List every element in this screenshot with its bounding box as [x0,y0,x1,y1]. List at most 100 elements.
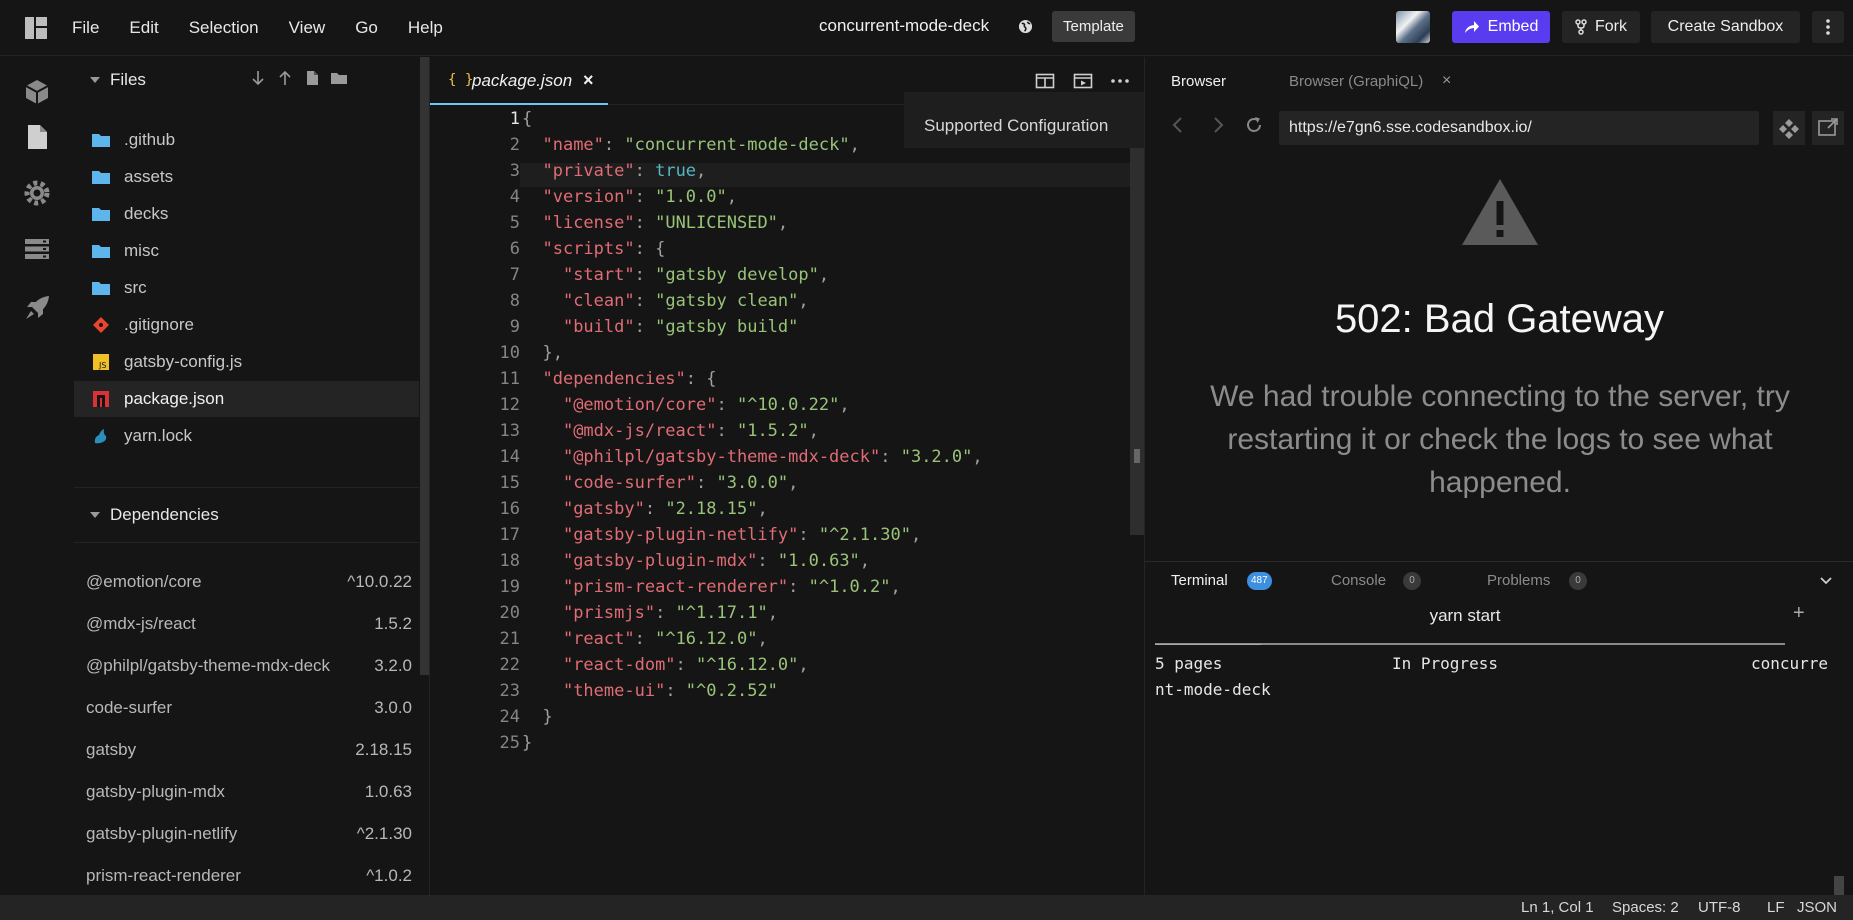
dependency-item[interactable]: gatsby 2.18.15 [74,729,419,771]
tab-problems[interactable]: Problems [1487,572,1550,589]
file-name: misc [124,241,159,260]
code-token: , [808,421,819,441]
file-item[interactable]: JS gatsby-config.js [74,344,419,380]
fork-button[interactable]: Fork [1562,11,1640,43]
indentation[interactable]: Spaces: 2 [1612,899,1679,916]
explorer-scrollbar[interactable] [420,57,429,675]
refresh-icon[interactable] [1243,114,1265,136]
template-button[interactable]: Template [1052,11,1135,42]
file-item[interactable]: yarn.lock [74,418,419,454]
devtools-button[interactable] [1773,111,1805,145]
terminal-session-title[interactable]: yarn start [1145,606,1785,626]
code-token: "^2.1.30" [818,525,911,545]
code-token: "react-dom" [562,655,676,675]
cursor-position[interactable]: Ln 1, Col 1 [1521,899,1594,916]
line-number: 5 [509,213,520,233]
chevron-down-icon[interactable] [1819,574,1833,588]
new-file-icon[interactable] [303,69,321,87]
dependency-item[interactable]: gatsby-plugin-mdx 1.0.63 [74,771,419,813]
file-name: gatsby-config.js [124,352,243,371]
menu-file[interactable]: File [72,18,99,38]
tab-console[interactable]: Console [1331,572,1386,589]
dependency-item[interactable]: @emotion/core ^10.0.22 [74,561,419,603]
menu-go[interactable]: Go [355,18,378,38]
dependency-item[interactable]: gatsby-plugin-netlify ^2.1.30 [74,813,419,855]
dependencies-title: Dependencies [110,505,219,524]
embed-button[interactable]: Embed [1452,11,1550,43]
language-mode[interactable]: JSON [1797,899,1837,916]
tab-label: package.json [472,71,573,90]
embed-label: Embed [1487,18,1539,35]
line-number: 14 [499,447,520,467]
avatar[interactable] [1396,11,1430,43]
forward-arrow-icon[interactable] [1207,114,1229,136]
url-input[interactable] [1279,111,1759,145]
split-editor-icon[interactable] [1035,71,1055,91]
file-item[interactable]: decks [74,196,419,232]
sandbox-title[interactable]: concurrent-mode-deck [819,16,989,36]
rocket-icon[interactable] [22,293,52,323]
server-icon[interactable] [22,234,52,264]
supported-configuration-tooltip[interactable]: Supported Configuration [904,92,1144,148]
code-line: "theme-ui": "^0.2.52" [522,681,778,701]
close-tab-icon[interactable]: × [1442,72,1451,90]
files-header[interactable]: Files [74,57,419,102]
gear-icon[interactable] [22,178,52,208]
code-token: "gatsby" [562,499,645,519]
arrow-down-icon[interactable] [249,69,267,87]
close-tab-icon[interactable]: × [583,70,594,91]
dependency-item[interactable]: @philpl/gatsby-theme-mdx-deck 3.2.0 [74,645,419,687]
create-sandbox-button[interactable]: Create Sandbox [1651,11,1800,43]
code-line: "react-dom": "^16.12.0", [522,655,809,675]
add-terminal-icon[interactable]: + [1793,602,1805,625]
more-horizontal-icon[interactable] [1110,71,1130,91]
cube-icon[interactable] [22,77,52,107]
tab-browser[interactable]: Browser [1171,73,1226,90]
more-options-button[interactable] [1812,11,1844,43]
new-folder-icon[interactable] [330,69,348,87]
end-of-line[interactable]: LF [1767,899,1785,916]
code-area[interactable]: 1{2 "name": "concurrent-mode-deck", 3 "pr… [430,105,1130,805]
file-item[interactable]: misc [74,233,419,269]
dependency-item[interactable]: prism-react-renderer ^1.0.2 [74,855,419,897]
tab-package-json[interactable]: { } package.json × [430,57,608,105]
dependency-name: code-surfer [86,698,172,717]
warning-triangle-icon [1462,179,1538,245]
code-token: : [716,421,737,441]
js-icon: JS [92,354,110,370]
menu-help[interactable]: Help [408,18,443,38]
collapse-caret-icon[interactable] [90,76,100,83]
menu-selection[interactable]: Selection [189,18,259,38]
dependency-name: @mdx-js/react [86,614,196,633]
tab-terminal[interactable]: Terminal [1171,572,1228,589]
file-icon[interactable] [22,122,52,152]
tab-browser-graphiql[interactable]: Browser (GraphiQL) [1289,73,1423,90]
code-token: "gatsby-plugin-netlify" [562,525,799,545]
file-item[interactable]: assets [74,159,419,195]
menu-edit[interactable]: Edit [129,18,158,38]
line-number: 8 [509,291,520,311]
files-title: Files [110,69,146,89]
editor-scrollbar[interactable] [1130,105,1144,535]
preview-icon[interactable] [1073,71,1093,91]
collapse-caret-icon[interactable] [90,512,100,518]
arrow-up-icon[interactable] [276,69,294,87]
menu-view[interactable]: View [289,18,326,38]
code-line: } [522,733,532,753]
code-line: "gatsby-plugin-netlify": "^2.1.30", [522,525,921,545]
terminal-scrollbar[interactable] [1834,876,1844,896]
encoding[interactable]: UTF-8 [1698,899,1741,916]
back-arrow-icon[interactable] [1167,114,1189,136]
open-new-window-button[interactable] [1812,111,1844,145]
file-item[interactable]: .gitignore [74,307,419,343]
file-item[interactable]: src [74,270,419,306]
dependency-item[interactable]: @mdx-js/react 1.5.2 [74,603,419,645]
codesandbox-logo-icon[interactable] [24,16,48,40]
file-item[interactable]: .github [74,122,419,158]
file-item[interactable]: package.json [74,381,419,417]
dependency-item[interactable]: code-surfer 3.0.0 [74,687,419,729]
dependencies-header[interactable]: Dependencies [74,487,419,543]
